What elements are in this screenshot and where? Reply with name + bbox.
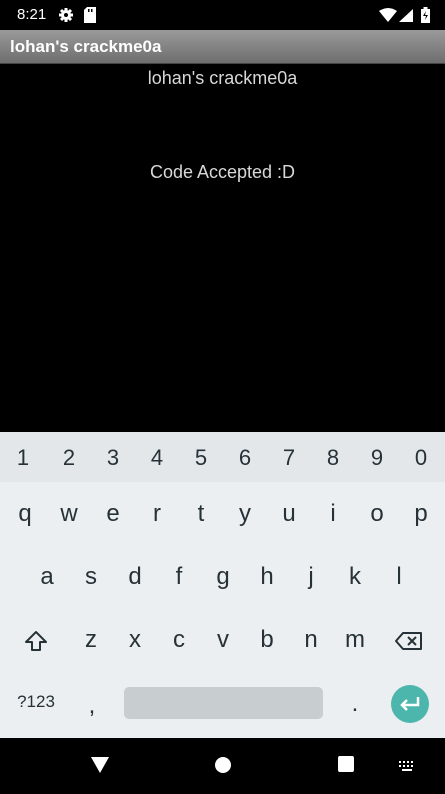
key-j[interactable]: j — [289, 555, 333, 599]
key-f[interactable]: f — [157, 555, 201, 599]
key-5[interactable]: 5 — [179, 436, 223, 480]
key-s[interactable]: s — [69, 555, 113, 599]
key-z[interactable]: z — [69, 618, 113, 662]
app-title: lohan's crackme0a — [10, 37, 162, 56]
enter-key[interactable] — [391, 685, 429, 723]
result-message: Code Accepted :D — [149, 162, 296, 182]
key-6[interactable]: 6 — [223, 436, 267, 480]
key-2[interactable]: 2 — [47, 436, 91, 480]
space-bar[interactable] — [124, 687, 323, 719]
key-comma[interactable]: , — [70, 684, 114, 728]
key-7[interactable]: 7 — [267, 436, 311, 480]
key-a[interactable]: a — [25, 555, 69, 599]
number-row: 1 2 3 4 5 6 7 8 9 0 — [0, 432, 445, 482]
battery-icon — [421, 7, 430, 23]
key-y[interactable]: y — [223, 492, 267, 536]
status-bar: 8:21 — [0, 0, 445, 30]
shift-icon — [25, 630, 47, 651]
key-m[interactable]: m — [333, 618, 377, 662]
key-q[interactable]: q — [3, 492, 47, 536]
back-icon[interactable] — [90, 756, 110, 774]
key-period[interactable]: . — [333, 682, 377, 726]
main-content: lohan's crackme0a Code Accepted :D — [0, 64, 445, 432]
key-8[interactable]: 8 — [311, 436, 355, 480]
signal-icon — [399, 9, 413, 22]
settings-icon — [59, 8, 73, 22]
key-9[interactable]: 9 — [355, 436, 399, 480]
key-c[interactable]: c — [157, 618, 201, 662]
key-d[interactable]: d — [113, 555, 157, 599]
key-w[interactable]: w — [47, 492, 91, 536]
key-v[interactable]: v — [201, 618, 245, 662]
keyboard-switch-icon[interactable] — [398, 760, 416, 772]
key-t[interactable]: t — [179, 492, 223, 536]
key-4[interactable]: 4 — [135, 436, 179, 480]
key-o[interactable]: o — [355, 492, 399, 536]
key-g[interactable]: g — [201, 555, 245, 599]
key-k[interactable]: k — [333, 555, 377, 599]
soft-keyboard: 1 2 3 4 5 6 7 8 9 0 q w e r t y u i o p … — [0, 432, 445, 738]
key-b[interactable]: b — [245, 618, 289, 662]
enter-icon — [400, 697, 420, 711]
wifi-icon — [379, 8, 397, 22]
sd-card-icon — [84, 7, 96, 23]
symbols-key[interactable]: ?123 — [7, 680, 65, 724]
key-l[interactable]: l — [377, 555, 421, 599]
key-p[interactable]: p — [399, 492, 443, 536]
home-icon[interactable] — [214, 756, 232, 774]
key-i[interactable]: i — [311, 492, 355, 536]
key-x[interactable]: x — [113, 618, 157, 662]
key-h[interactable]: h — [245, 555, 289, 599]
key-0[interactable]: 0 — [399, 436, 443, 480]
backspace-key[interactable] — [387, 618, 431, 662]
key-3[interactable]: 3 — [91, 436, 135, 480]
backspace-icon — [395, 631, 422, 650]
navigation-bar — [0, 738, 445, 794]
key-e[interactable]: e — [91, 492, 135, 536]
app-title-bar: lohan's crackme0a — [0, 30, 445, 64]
recents-icon[interactable] — [338, 756, 354, 772]
app-label: lohan's crackme0a — [147, 68, 298, 88]
key-1[interactable]: 1 — [3, 436, 43, 480]
key-r[interactable]: r — [135, 492, 179, 536]
status-time: 8:21 — [17, 6, 47, 23]
shift-key[interactable] — [14, 618, 58, 662]
key-u[interactable]: u — [267, 492, 311, 536]
key-n[interactable]: n — [289, 618, 333, 662]
